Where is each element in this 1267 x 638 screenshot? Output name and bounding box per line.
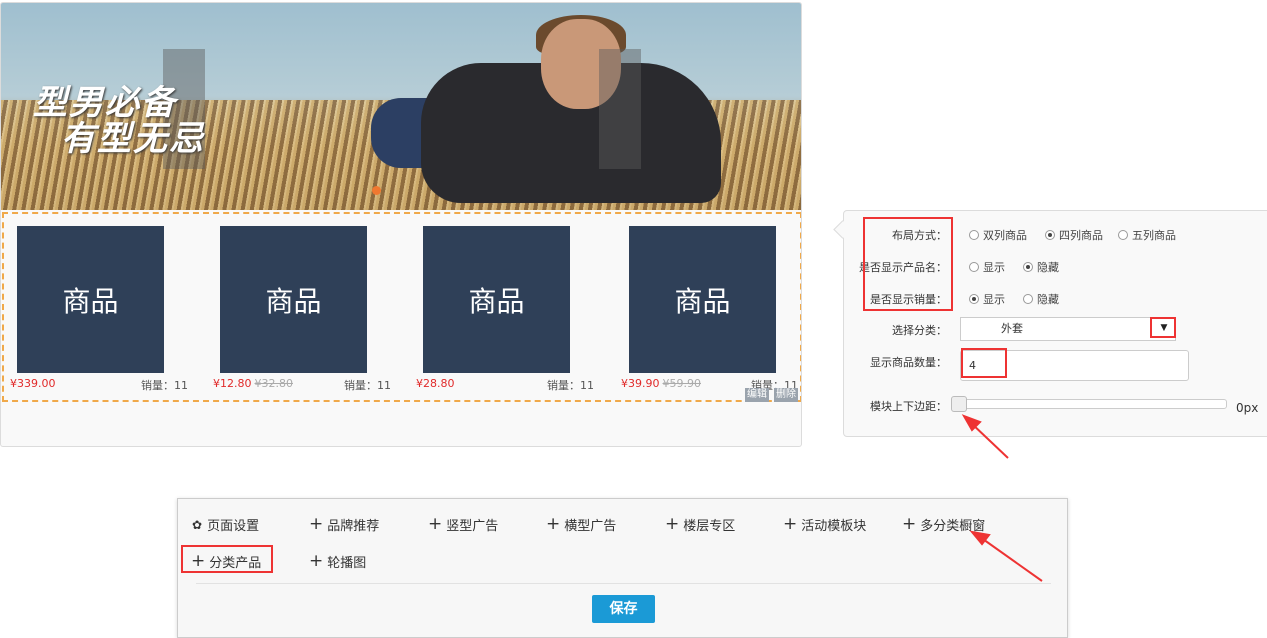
product-image[interactable]: 商品 [220,226,367,373]
product-price: ¥39.90 ¥59.90 [621,377,701,390]
product-module[interactable]: 商品 ¥339.00 销量：11 商品 ¥12.80 ¥32.80 销量：11 商… [2,212,801,402]
product-sales: 销量：11 [344,379,391,392]
layout-option-5col[interactable]: 五列商品 [1118,227,1176,243]
product-old-price: ¥32.80 [254,377,294,390]
highlight-box-count [961,348,1007,378]
edit-module-button[interactable]: 编辑 [745,388,769,402]
delete-module-button[interactable]: 删除 [774,388,798,402]
show-name-option-hide[interactable]: 隐藏 [1023,259,1059,275]
margin-slider-track[interactable] [954,399,1227,409]
margin-label: 模块上下边距： [870,400,947,413]
product-price: ¥339.00 [10,377,56,390]
add-activity-button[interactable]: + 活动模板块 [783,514,866,535]
product-image[interactable]: 商品 [423,226,570,373]
add-vertical-ad-button[interactable]: + 竖型广告 [428,514,498,535]
module-settings-panel: 布局方式： 双列商品 四列商品 五列商品 是否显示产品名： 显示 隐藏 是否显示… [843,210,1267,437]
product-old-price: ¥59.90 [662,377,702,390]
category-select[interactable]: 外套 [960,317,1176,341]
gear-icon: ✿ [192,517,203,532]
module-preview: 型男必备 有型无忌 商品 ¥339.00 销量：11 商品 ¥12.80 ¥32.… [0,2,802,447]
margin-value: 0px [1236,401,1259,415]
radio-icon [1023,294,1033,304]
highlight-box-category-product [181,545,273,573]
plus-icon: + [783,514,798,534]
banner-caption: 型男必备 有型无忌 [33,85,333,157]
plus-icon: + [309,551,324,571]
add-multi-category-button[interactable]: + 多分类橱窗 [902,514,985,535]
add-floor-button[interactable]: + 楼层专区 [665,514,735,535]
add-brand-button[interactable]: + 品牌推荐 [309,514,379,535]
banner-image: 型男必备 有型无忌 [1,3,801,210]
plus-icon: + [309,514,324,534]
plus-icon: + [665,514,680,534]
page-settings-button[interactable]: ✿ 页面设置 [192,515,259,535]
radio-checked-icon [969,294,979,304]
radio-checked-icon [1023,262,1033,272]
add-horizontal-ad-button[interactable]: + 横型广告 [546,514,616,535]
highlight-box-options [863,217,953,311]
product-image[interactable]: 商品 [17,226,164,373]
toolbar-divider [196,583,1051,584]
product-price: ¥28.80 [416,377,455,390]
add-carousel-button[interactable]: + 轮播图 [309,551,366,572]
product-sales: 销量：11 [141,379,188,392]
plus-icon: + [546,514,561,534]
module-toolbar: ✿ 页面设置 + 品牌推荐 + 竖型广告 + 横型广告 + 楼层专区 + 活动模板块 + 多分… [177,498,1068,638]
banner-next-tab[interactable] [599,49,641,169]
category-label: 选择分类： [892,324,947,337]
show-sales-option-hide[interactable]: 隐藏 [1023,291,1059,307]
radio-icon [1118,230,1128,240]
margin-slider-handle[interactable] [951,396,967,412]
count-label: 显示商品数量： [870,356,947,369]
banner-dot[interactable] [372,186,381,195]
plus-icon: + [428,514,443,534]
banner-caption-line2: 有型无忌 [61,119,205,159]
product-price: ¥12.80 ¥32.80 [213,377,293,390]
radio-icon [969,262,979,272]
radio-checked-icon [1045,230,1055,240]
product-image[interactable]: 商品 [629,226,776,373]
banner-caption-line1: 型男必备 [33,83,177,123]
layout-option-2col[interactable]: 双列商品 [969,227,1027,243]
show-name-option-show[interactable]: 显示 [969,259,1005,275]
plus-icon: + [902,514,917,534]
radio-icon [969,230,979,240]
show-sales-option-show[interactable]: 显示 [969,291,1005,307]
save-button[interactable]: 保存 [592,595,655,623]
layout-option-4col[interactable]: 四列商品 [1045,227,1103,243]
product-sales: 销量：11 [547,379,594,392]
highlight-box-dropdown [1150,317,1176,338]
